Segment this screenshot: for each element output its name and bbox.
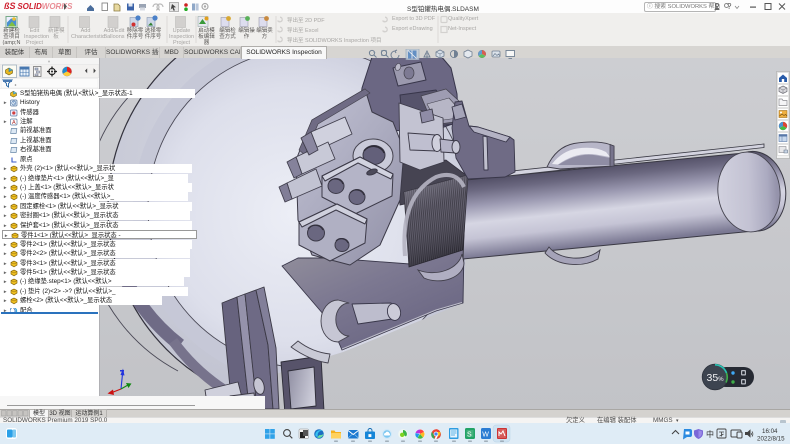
svg-text:中: 中: [706, 429, 714, 439]
svg-text:W: W: [482, 432, 489, 439]
svg-text:S: S: [467, 432, 472, 439]
svg-text:■: ■: [368, 434, 372, 440]
svg-text:2022/8/15: 2022/8/15: [757, 436, 785, 443]
svg-text:16:04: 16:04: [762, 428, 778, 435]
svg-text:?: ?: [727, 2, 732, 11]
